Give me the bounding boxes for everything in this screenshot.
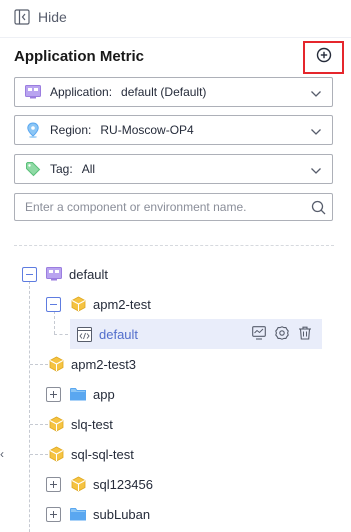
tree-connector xyxy=(30,454,48,455)
tree-node-label: apm2-test xyxy=(93,296,151,312)
tree-node-label: apm2-test3 xyxy=(71,356,137,372)
settings-gear-icon[interactable] xyxy=(275,326,289,340)
application-grid-icon xyxy=(46,266,62,282)
collapse-toggle[interactable] xyxy=(46,296,61,312)
tree-node-apm2-test3[interactable]: apm2-test3 xyxy=(48,349,136,379)
expand-toggle[interactable] xyxy=(46,476,61,492)
folder-icon xyxy=(70,506,86,522)
search-icon[interactable] xyxy=(311,200,326,220)
panel-title: Application Metric xyxy=(14,48,145,65)
chevron-down-icon xyxy=(310,87,322,105)
add-circle-icon xyxy=(316,47,332,68)
region-label: Region: xyxy=(50,123,92,137)
region-select[interactable]: Region: RU-Moscow-OP4 xyxy=(14,115,333,145)
tree-node-label: subLuban xyxy=(93,506,151,522)
application-label: Application: xyxy=(50,85,113,99)
tree-connector xyxy=(30,424,48,425)
chevron-down-icon xyxy=(310,164,322,182)
expand-toggle[interactable] xyxy=(46,386,61,402)
tag-select[interactable]: Tag: All xyxy=(14,154,333,184)
chevron-down-icon xyxy=(310,125,322,143)
add-metric-button[interactable] xyxy=(303,41,344,74)
tree-node-content: default xyxy=(76,319,138,349)
tree-node-label: slq-test xyxy=(71,416,113,432)
tag-value: All xyxy=(81,162,96,176)
component-cube-icon xyxy=(70,296,86,312)
tree-node-slq-test[interactable]: slq-test xyxy=(48,409,113,439)
tag-label: Tag: xyxy=(50,162,73,176)
tree-node-label: app xyxy=(93,386,115,402)
component-cube-icon xyxy=(70,476,86,492)
search-box xyxy=(14,193,333,221)
tag-icon xyxy=(25,161,41,177)
folder-icon xyxy=(70,386,86,402)
component-cube-icon xyxy=(48,416,64,432)
delete-trash-icon[interactable] xyxy=(298,326,312,340)
component-cube-icon xyxy=(48,446,64,462)
search-input[interactable] xyxy=(15,194,305,220)
tree-connector xyxy=(29,281,30,532)
tree-node-label: default xyxy=(69,266,109,282)
collapse-panel-icon xyxy=(14,9,30,25)
tree-connector xyxy=(54,334,68,335)
tree-node-apm2-test[interactable]: apm2-test xyxy=(46,289,151,319)
row-actions xyxy=(252,326,312,340)
application-grid-icon xyxy=(25,84,41,100)
region-value: RU-Moscow-OP4 xyxy=(100,123,194,137)
tree-node-app[interactable]: app xyxy=(46,379,115,409)
tree-node-label: sql123456 xyxy=(93,476,153,492)
tree-node-label: sql-sql-test xyxy=(71,446,134,462)
application-select[interactable]: Application: default (Default) xyxy=(14,77,333,107)
hide-panel-button[interactable]: Hide xyxy=(14,9,67,25)
hide-bar: Hide xyxy=(0,0,351,38)
location-pin-icon xyxy=(25,122,41,138)
tree-node-subluban[interactable]: subLuban xyxy=(46,499,150,529)
divider xyxy=(14,245,334,246)
application-value: default (Default) xyxy=(121,85,207,99)
tree-node-root[interactable]: default xyxy=(22,259,108,289)
collapse-toggle[interactable] xyxy=(22,266,37,282)
tree-node-sql-sql-test[interactable]: sql-sql-test xyxy=(48,439,134,469)
tree-node-label: default xyxy=(99,326,139,342)
expand-toggle[interactable] xyxy=(46,506,61,522)
hide-label: Hide xyxy=(38,9,67,25)
tree-node-default-env[interactable]: default xyxy=(70,319,322,349)
component-cube-icon xyxy=(48,356,64,372)
tree-node-sql123456[interactable]: sql123456 xyxy=(46,469,153,499)
edge-collapse-mark[interactable]: ‹ xyxy=(0,447,4,461)
monitor-chart-icon[interactable] xyxy=(252,326,266,340)
environment-code-icon xyxy=(76,326,92,342)
tree-connector xyxy=(30,364,48,365)
